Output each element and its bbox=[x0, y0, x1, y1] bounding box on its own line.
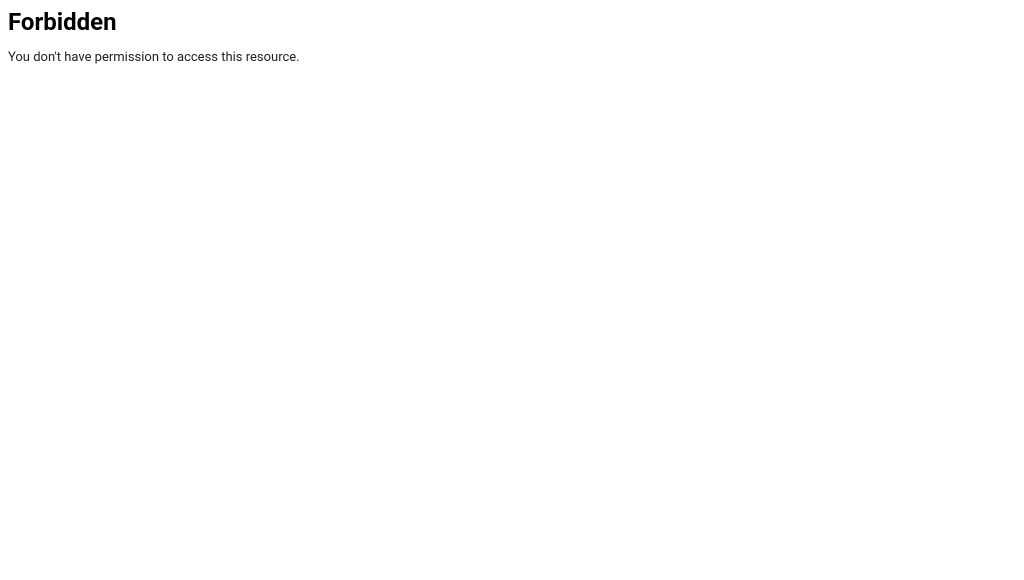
error-title: Forbidden bbox=[8, 8, 1016, 36]
error-message: You don't have permission to access this… bbox=[8, 50, 1016, 65]
